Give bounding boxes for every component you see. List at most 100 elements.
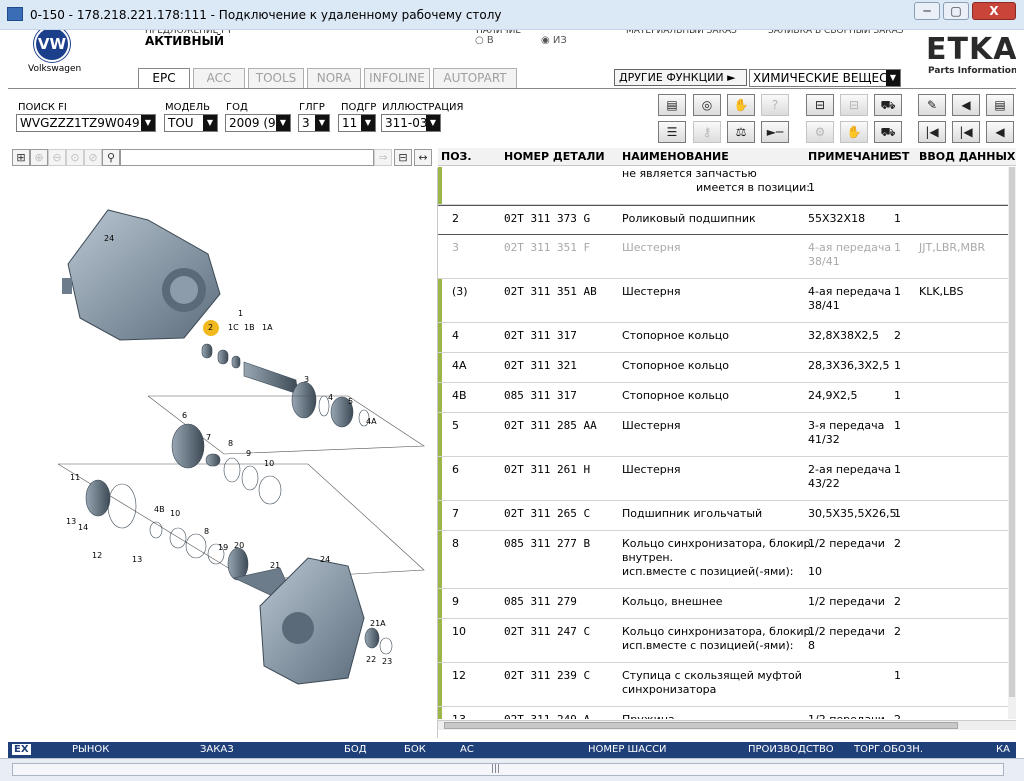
callout-21a: 21A xyxy=(370,619,386,628)
horizontal-scroll-thumb[interactable] xyxy=(444,722,958,729)
tab-infoline[interactable]: INFOLINE xyxy=(364,68,430,88)
radio-b[interactable]: ○ В xyxy=(475,35,494,46)
model-select[interactable]: TOU ▼ xyxy=(164,114,218,132)
parts-grid[interactable]: не является запчастью имеется в позиции:… xyxy=(438,167,1016,719)
first-page-icon[interactable]: |◀ xyxy=(918,121,946,143)
grid-horizontal-scrollbar[interactable] xyxy=(438,720,1016,730)
shaft-shape xyxy=(201,343,370,428)
play-minus-icon[interactable]: ►─ xyxy=(761,121,789,143)
split-view-icon[interactable]: ⊟ xyxy=(394,149,412,166)
table-row[interactable]: 2 02T 311 373 G Роликовый подшипник 55X32X1… xyxy=(438,205,1016,235)
part-number-cell: 02T 311 285 AA xyxy=(504,419,597,432)
scale-icon[interactable]: ⚖ xyxy=(727,121,755,143)
table-row[interactable]: 9 085 311 279 Кольцо, внешнее 1/2 передачи 2 xyxy=(438,589,1016,619)
tool-icon: ⚙ xyxy=(806,121,834,143)
illustration-select[interactable]: 311-03 ▼ xyxy=(381,114,441,132)
table-row[interactable]: 5 02T 311 285 AA Шестерня 3-я передача 41/3… xyxy=(438,413,1016,457)
table-row[interactable]: 6 02T 311 261 H Шестерня 2-ая передача 43/2… xyxy=(438,457,1016,501)
col-part-number[interactable]: НОМЕР ДЕТАЛИ xyxy=(504,150,605,163)
table-row[interactable]: (3) 02T 311 351 AB Шестерня 4-ая передача 3… xyxy=(438,279,1016,323)
search-icon[interactable]: ⚲ xyxy=(102,149,120,166)
rdp-hscroll-track[interactable]: ||| xyxy=(12,763,1004,776)
col-name[interactable]: НАИМЕНОВАНИЕ xyxy=(622,150,729,163)
tab-nora[interactable]: NORA xyxy=(307,68,361,88)
pin-icon[interactable]: ✎ xyxy=(918,94,946,116)
row-marker xyxy=(438,531,442,588)
zoom-in-icon[interactable]: ⊕ xyxy=(30,149,48,166)
pos-cell: 7 xyxy=(452,507,459,520)
callout-1a: 1A xyxy=(262,323,273,332)
callout-11: 11 xyxy=(70,473,80,482)
document-icon[interactable]: ▤ xyxy=(986,94,1014,116)
etka-subtitle: Parts Information xyxy=(928,66,1016,76)
close-button[interactable]: X xyxy=(972,2,1016,20)
cart-icon[interactable]: ⛟ xyxy=(874,94,902,116)
housing-top-shape xyxy=(62,209,221,341)
tab-acc[interactable]: ACC xyxy=(193,68,245,88)
tab-autopart[interactable]: AUTOPART xyxy=(433,68,517,88)
maximize-button[interactable]: ▢ xyxy=(943,2,969,20)
pre-info-row: не является запчастью имеется в позиции:… xyxy=(438,167,1016,205)
table-row[interactable]: 4 02T 311 317 Стопорное кольцо 32,8X38X2,5 2 xyxy=(438,323,1016,353)
diagram-search-input[interactable] xyxy=(120,149,374,166)
status-market: РЫНОК xyxy=(72,744,110,755)
note-cell: 1/2 передачи 10 xyxy=(808,537,885,578)
year-select[interactable]: 2009 (9) ▼ xyxy=(225,114,291,132)
prev-icon[interactable]: ◀ xyxy=(986,121,1014,143)
table-row[interactable]: 7 02T 311 265 C Подшипник игольчатый 30,5X3… xyxy=(438,501,1016,531)
st-cell: 1 xyxy=(894,507,901,520)
prev-page-icon[interactable]: |◀ xyxy=(952,121,980,143)
zoom-out-icon: ⊖ xyxy=(48,149,66,166)
callout-22: 22 xyxy=(366,655,376,664)
etka-logo: ETKA xyxy=(926,32,1016,67)
handshake-icon[interactable]: ✋ xyxy=(727,94,755,116)
callout-4b: 4B xyxy=(154,505,165,514)
window-title: 0-150 - 178.218.221.178:111 - Подключени… xyxy=(30,8,502,22)
note-cell: 24,9X2,5 xyxy=(808,389,858,402)
table-row[interactable]: 4B 085 311 317 Стопорное кольцо 24,9X2,5 1 xyxy=(438,383,1016,413)
grid-vertical-scrollbar[interactable] xyxy=(1008,167,1016,719)
radio-iz-label: ИЗ xyxy=(552,35,567,46)
table-row[interactable]: 3 02T 311 351 F Шестерня 4-ая передача 38/4… xyxy=(438,235,1016,279)
cd-icon[interactable]: ◎ xyxy=(693,94,721,116)
elsa-icon[interactable]: ⊟ xyxy=(806,94,834,116)
st-cell: 1 xyxy=(894,669,901,682)
list-icon[interactable]: ☰ xyxy=(658,121,686,143)
part-number-cell: 02T 311 321 xyxy=(504,359,577,372)
col-data-entry[interactable]: ВВОД ДАННЫХ xyxy=(919,150,1015,163)
name-cell: Роликовый подшипник xyxy=(622,212,756,225)
table-row[interactable]: 13 02T 311 249 A Пружина 1/2 передачи 2 xyxy=(438,707,1016,719)
other-functions-button[interactable]: ДРУГИЕ ФУНКЦИИ ► xyxy=(614,69,747,86)
rdp-bottom-scrollbar[interactable]: ||| xyxy=(0,758,1024,781)
back-document-icon[interactable]: ◀ xyxy=(952,94,980,116)
table-row[interactable]: 4A 02T 311 321 Стопорное кольцо 28,3X36,3X2… xyxy=(438,353,1016,383)
table-row[interactable]: 10 02T 311 247 C Кольцо синхронизатора, бл… xyxy=(438,619,1016,663)
hgr-select[interactable]: 3 ▼ xyxy=(298,114,330,132)
print-icon[interactable]: ▤ xyxy=(658,94,686,116)
vertical-scroll-thumb[interactable] xyxy=(1009,167,1015,697)
radio-iz[interactable]: ◉ ИЗ xyxy=(541,35,567,46)
col-pos[interactable]: ПОЗ. xyxy=(441,150,472,163)
minimize-button[interactable]: ─ xyxy=(914,2,940,20)
help-icon: ? xyxy=(761,94,789,116)
col-note[interactable]: ПРИМЕЧАНИЕ xyxy=(808,150,896,163)
table-row[interactable]: 12 02T 311 239 C Ступица с скользящей муфт… xyxy=(438,663,1016,707)
col-st[interactable]: ST xyxy=(894,150,909,163)
tab-tools[interactable]: TOOLS xyxy=(248,68,304,88)
exploded-diagram[interactable]: 24 2 1C 1B 1 1A 3 4 5 4A 6 7 8 9 10 4B 1… xyxy=(8,168,438,738)
callout-23: 23 xyxy=(382,657,392,666)
part-number-cell: 02T 311 317 xyxy=(504,329,577,342)
zoom-fit-icon[interactable]: ⊞ xyxy=(12,149,30,166)
callout-13a: 13 xyxy=(66,517,76,526)
resize-icon[interactable]: ↔ xyxy=(414,149,432,166)
status-bar: ЕХ РЫНОК ЗАКАЗ БОД БОК АС НОМЕР ШАССИ ПР… xyxy=(8,742,1016,758)
fi-select[interactable]: WVGZZZ1TZ9W04912 ▼ xyxy=(16,114,156,132)
pos-cell: 4B xyxy=(452,389,467,402)
st-cell: 1 xyxy=(894,419,901,432)
tab-epc[interactable]: EPC xyxy=(138,68,190,89)
sgr-select[interactable]: 11 ▼ xyxy=(338,114,376,132)
chemicals-select[interactable]: ХИМИЧЕСКИЕ ВЕЩЕСТ ▼ xyxy=(749,69,901,87)
cart-list-icon[interactable]: ⛟ xyxy=(874,121,902,143)
row-marker xyxy=(438,383,442,412)
table-row[interactable]: 8 085 311 277 B Кольцо синхронизатора, бло… xyxy=(438,531,1016,589)
